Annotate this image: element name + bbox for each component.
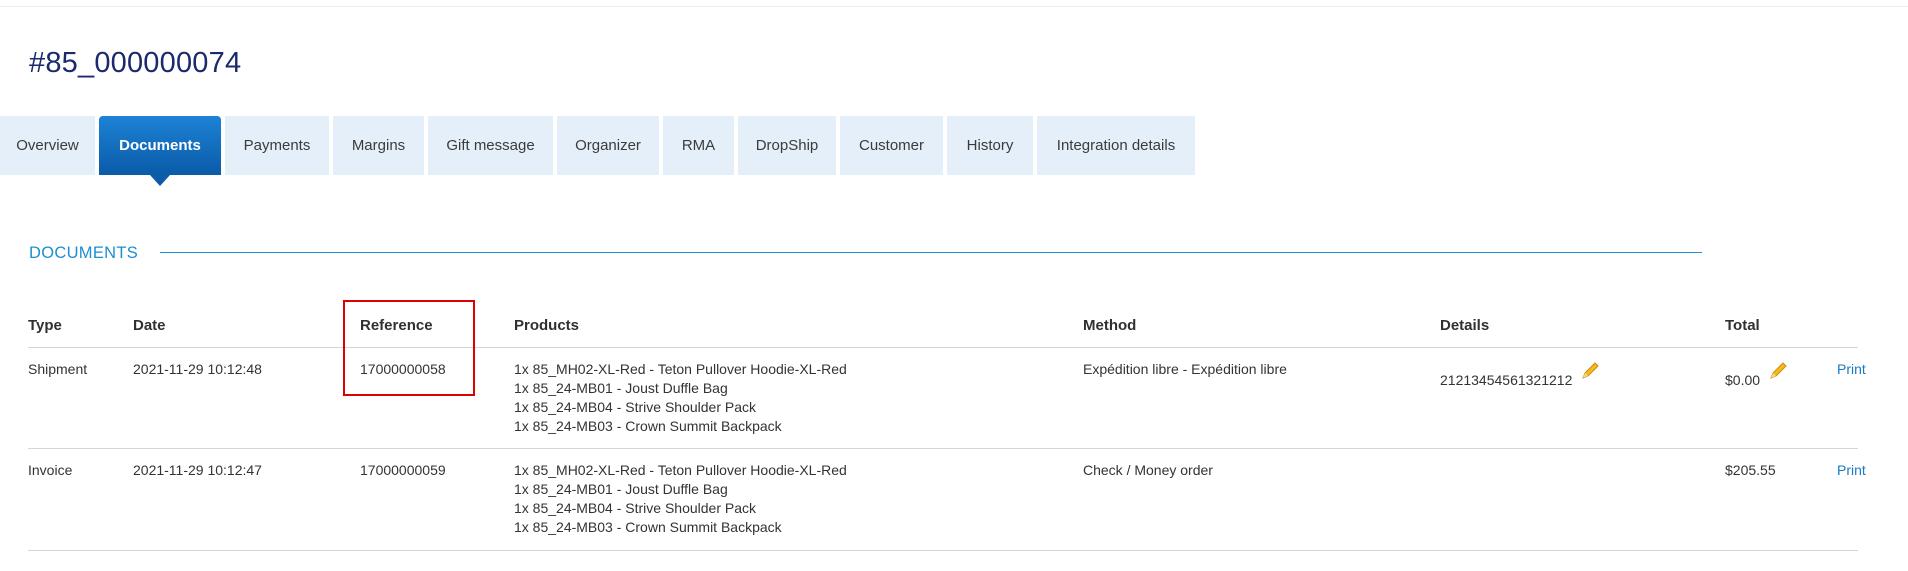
column-header-date: Date xyxy=(133,317,166,334)
product-line: 1x 85_24-MB04 - Strive Shoulder Pack xyxy=(514,500,757,516)
tab-documents[interactable]: Documents xyxy=(99,116,221,186)
order-tabs: Overview Documents Payments Margins Gift… xyxy=(0,116,1199,186)
row-total: $0.00 xyxy=(1725,361,1788,389)
row-method: Check / Money order xyxy=(1083,462,1213,478)
row-date: 2021-11-29 10:12:47 xyxy=(133,462,262,478)
column-header-method: Method xyxy=(1083,317,1137,334)
section-divider xyxy=(160,252,1702,253)
product-line: 1x 85_24-MB03 - Crown Summit Backpack xyxy=(514,418,782,434)
tab-integration-details[interactable]: Integration details xyxy=(1037,116,1195,175)
row-details: 21213454561321212 xyxy=(1440,361,1600,389)
pencil-icon[interactable] xyxy=(1768,361,1788,386)
print-link[interactable]: Print xyxy=(1837,461,1866,480)
row-type: Shipment xyxy=(28,361,88,377)
product-line: 1x 85_24-MB01 - Joust Duffle Bag xyxy=(514,380,728,396)
reference-highlight-box xyxy=(343,300,475,396)
row-date: 2021-11-29 10:12:48 xyxy=(133,361,262,377)
column-header-total: Total xyxy=(1725,317,1760,334)
tab-margins[interactable]: Margins xyxy=(333,116,424,175)
tab-customer[interactable]: Customer xyxy=(840,116,943,175)
product-line: 1x 85_24-MB03 - Crown Summit Backpack xyxy=(514,519,782,535)
row-reference: 17000000059 xyxy=(360,462,446,478)
column-header-type: Type xyxy=(28,317,62,334)
tab-gift-message[interactable]: Gift message xyxy=(428,116,553,175)
column-header-products: Products xyxy=(514,317,580,334)
tab-rma[interactable]: RMA xyxy=(663,116,734,175)
column-header-details: Details xyxy=(1440,317,1490,334)
page-title: #85_000000074 xyxy=(29,47,242,80)
row-products: 1x 85_MH02-XL-Red - Teton Pullover Hoodi… xyxy=(514,360,847,436)
row-method: Expédition libre - Expédition libre xyxy=(1083,361,1287,377)
tab-dropship[interactable]: DropShip xyxy=(738,116,836,175)
tracking-number: 21213454561321212 xyxy=(1440,372,1573,389)
row-total: $205.55 xyxy=(1725,462,1776,478)
top-divider xyxy=(0,6,1908,7)
row-products: 1x 85_MH02-XL-Red - Teton Pullover Hoodi… xyxy=(514,461,847,537)
row-divider xyxy=(28,550,1858,551)
pencil-icon[interactable] xyxy=(1580,361,1600,386)
header-divider xyxy=(28,347,1858,348)
product-line: 1x 85_MH02-XL-Red - Teton Pullover Hoodi… xyxy=(514,361,847,377)
tab-payments[interactable]: Payments xyxy=(225,116,329,175)
product-line: 1x 85_24-MB01 - Joust Duffle Bag xyxy=(514,481,728,497)
tab-organizer[interactable]: Organizer xyxy=(557,116,659,175)
print-link[interactable]: Print xyxy=(1837,360,1866,379)
total-value: $0.00 xyxy=(1725,372,1761,389)
row-type: Invoice xyxy=(28,462,73,478)
tab-overview[interactable]: Overview xyxy=(0,116,95,175)
section-title: DOCUMENTS xyxy=(29,244,139,262)
product-line: 1x 85_MH02-XL-Red - Teton Pullover Hoodi… xyxy=(514,462,847,478)
tab-history[interactable]: History xyxy=(947,116,1033,175)
row-divider xyxy=(28,448,1858,449)
product-line: 1x 85_24-MB04 - Strive Shoulder Pack xyxy=(514,399,757,415)
